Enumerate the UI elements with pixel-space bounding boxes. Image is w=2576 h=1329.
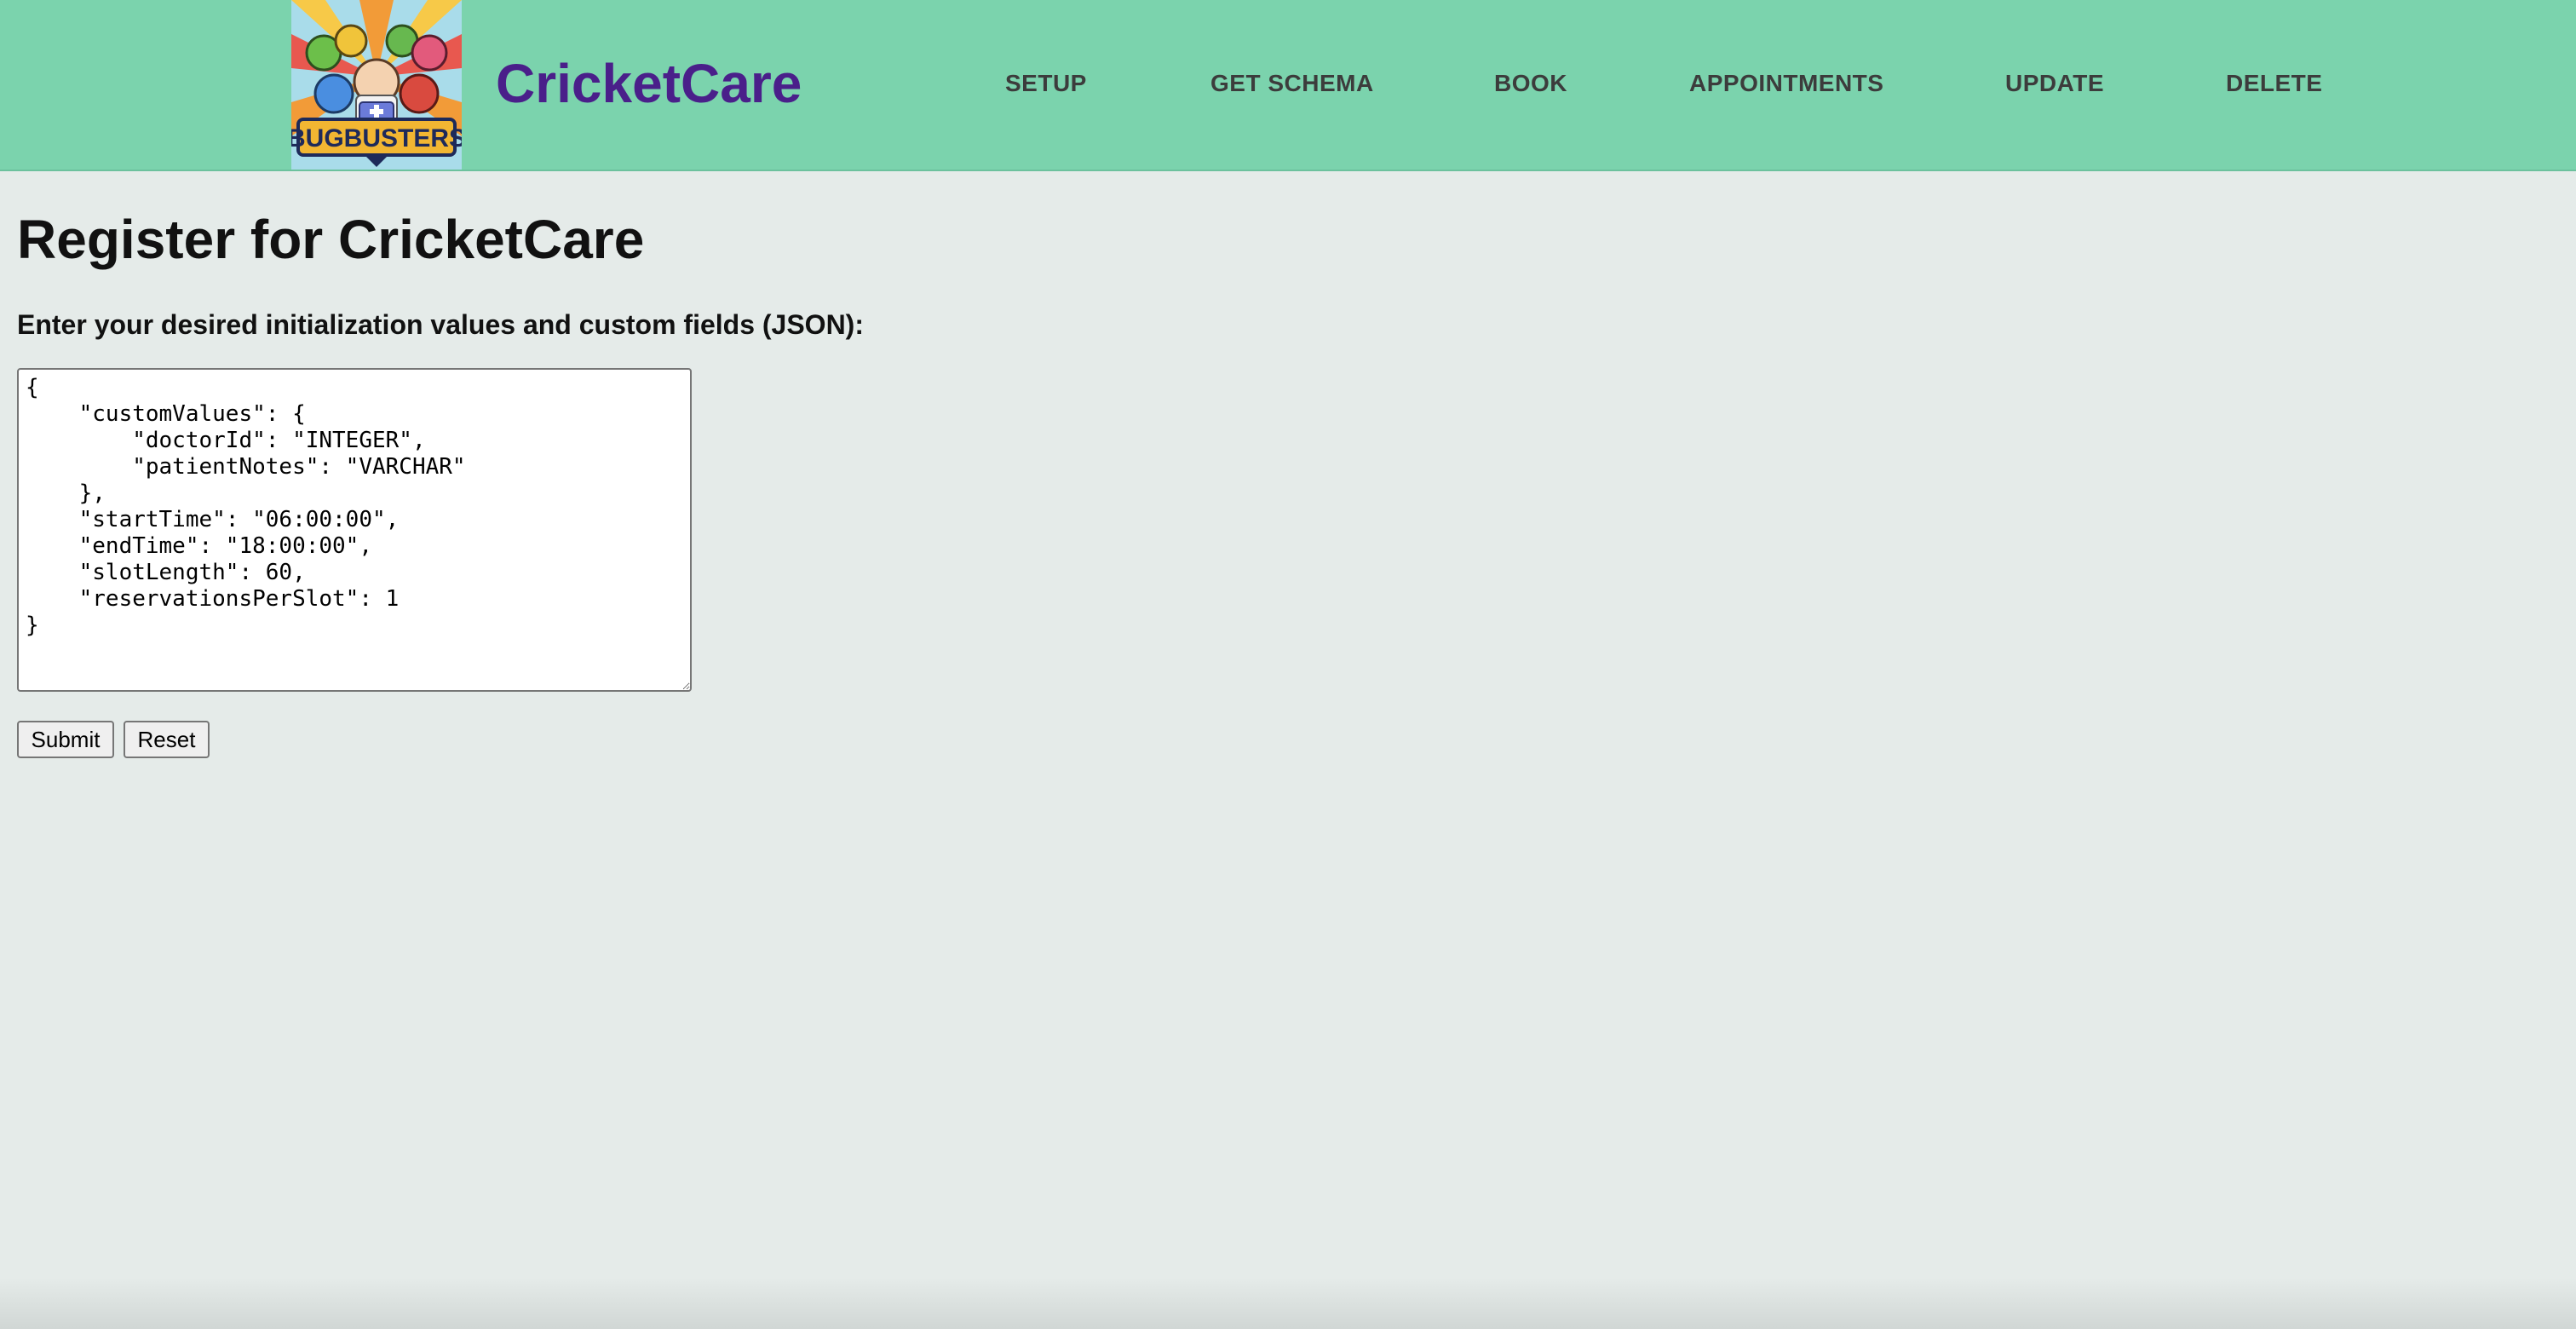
nav-update[interactable]: UPDATE — [2005, 66, 2104, 101]
top-navbar: BUGBUSTERS CricketCare SETUP GET SCHEMA … — [0, 0, 2576, 171]
page-title: Register for CricketCare — [17, 209, 645, 270]
nav-get-schema[interactable]: GET SCHEMA — [1210, 66, 1374, 101]
brand-title[interactable]: CricketCare — [496, 44, 802, 123]
window-bottom-shadow — [0, 1278, 2576, 1329]
logo-illustration: BUGBUSTERS — [291, 0, 462, 170]
nav-delete[interactable]: DELETE — [2226, 66, 2322, 101]
submit-button[interactable]: Submit — [17, 721, 114, 758]
json-config-textarea[interactable]: { "customValues": { "doctorId": "INTEGER… — [17, 368, 692, 692]
json-prompt-label: Enter your desired initialization values… — [17, 309, 864, 340]
logo-wordmark: BUGBUSTERS — [291, 124, 462, 152]
reset-button[interactable]: Reset — [124, 721, 210, 758]
nav-book[interactable]: BOOK — [1494, 66, 1567, 101]
nav-appointments[interactable]: APPOINTMENTS — [1689, 66, 1883, 101]
nav-setup[interactable]: SETUP — [1005, 66, 1087, 101]
bugbusters-logo[interactable]: BUGBUSTERS — [291, 0, 462, 170]
